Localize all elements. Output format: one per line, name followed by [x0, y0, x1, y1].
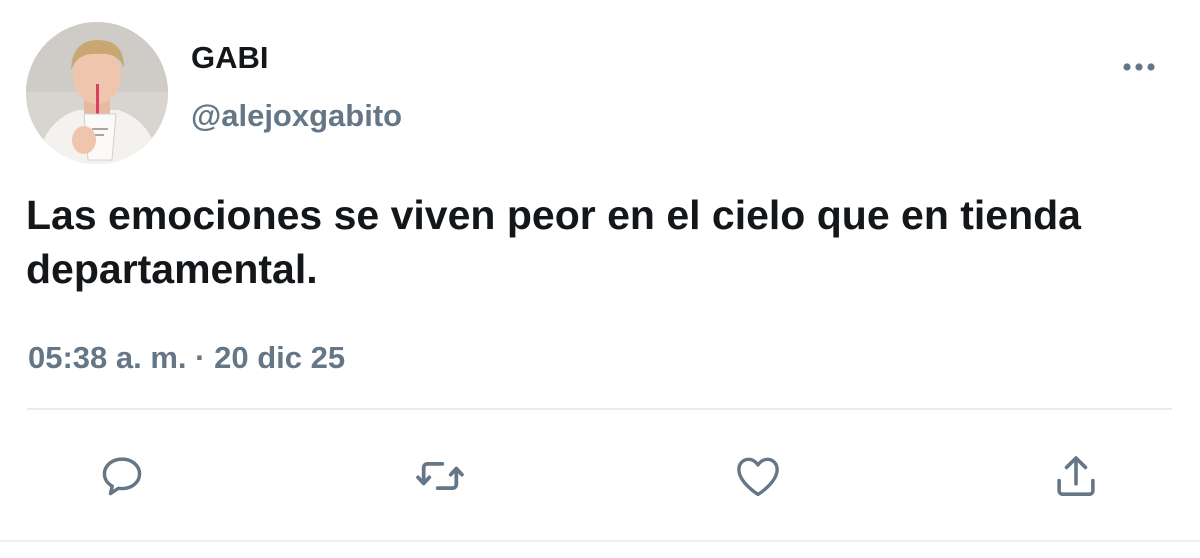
divider	[27, 408, 1172, 410]
avatar-photo	[26, 22, 168, 164]
like-icon	[737, 457, 779, 497]
retweet-icon	[416, 462, 464, 490]
tweet-card: GABI @alejoxgabito Las emociones se vive…	[0, 0, 1200, 558]
tweet-date: 20 dic 25	[214, 340, 346, 375]
tweet-time: 05:38 a. m.	[28, 340, 187, 375]
reply-button[interactable]	[92, 446, 152, 506]
share-button[interactable]	[1046, 446, 1106, 506]
bottom-divider	[0, 540, 1200, 542]
tweet-text: Las emociones se viven peor en el cielo …	[26, 192, 1081, 292]
like-button[interactable]	[728, 446, 788, 506]
reply-icon	[102, 457, 142, 496]
retweet-button[interactable]	[410, 446, 470, 506]
share-icon	[1057, 456, 1095, 497]
author-display-name[interactable]: GABI	[191, 38, 269, 78]
more-options-icon[interactable]	[1118, 52, 1160, 82]
meta-separator: ·	[195, 340, 206, 375]
tweet-timestamp[interactable]: 05:38 a. m. · 20 dic 25	[28, 338, 345, 378]
avatar[interactable]	[26, 22, 168, 164]
author-handle[interactable]: @alejoxgabito	[191, 96, 402, 136]
